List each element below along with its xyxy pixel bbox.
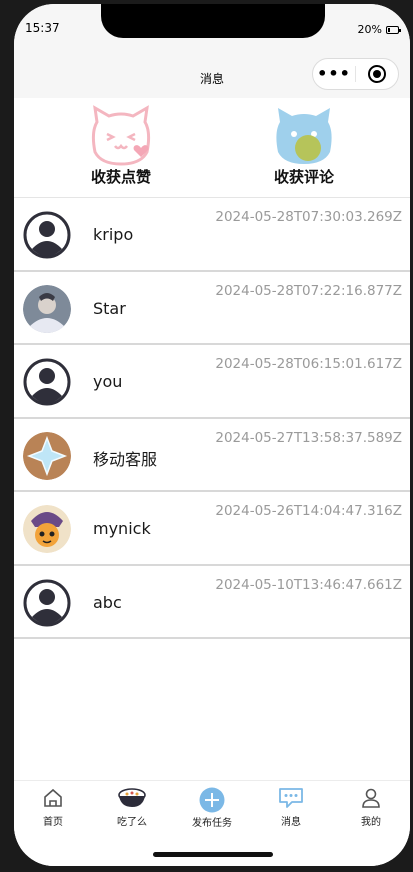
avatar (23, 284, 71, 333)
tab-profile[interactable]: 我的 (341, 787, 401, 828)
default-avatar-icon (23, 358, 71, 406)
tab-publish[interactable]: 发布任务 (182, 787, 242, 829)
avatar (23, 211, 71, 259)
avatar (23, 579, 71, 627)
tab-food-label: 吃了么 (117, 817, 147, 828)
message-row[interactable]: you 2024-05-28T06:15:01.617Z (14, 345, 410, 419)
battery-indicator: 20% (357, 23, 401, 36)
stat-comments[interactable]: 收获评论 (244, 104, 364, 187)
person-icon (362, 788, 380, 808)
phone-screen: 15:37 20% 消息 ••• 收获点赞 收获评论 kripo 2024-05… (14, 4, 410, 866)
miniprogram-capsule: ••• (312, 58, 399, 90)
message-row[interactable]: Star 2024-05-28T07:22:16.877Z (14, 271, 410, 345)
message-row[interactable]: 移动客服 2024-05-27T13:58:37.589Z (14, 418, 410, 492)
close-miniprogram-icon[interactable] (356, 65, 398, 83)
tab-messages[interactable]: 消息 (261, 787, 321, 828)
message-row[interactable]: mynick 2024-05-26T14:04:47.316Z (14, 492, 410, 566)
message-time: 2024-05-28T07:22:16.877Z (215, 282, 402, 299)
message-list: kripo 2024-05-28T07:30:03.269Z Star 2024… (14, 198, 410, 639)
avatar (23, 505, 71, 553)
message-time: 2024-05-28T07:30:03.269Z (215, 209, 402, 225)
battery-percent: 20% (357, 23, 382, 36)
message-time: 2024-05-26T14:04:47.316Z (215, 503, 402, 519)
message-time: 2024-05-10T13:46:47.661Z (215, 576, 402, 593)
tab-home-label: 首页 (43, 817, 63, 828)
default-avatar-icon (23, 579, 71, 626)
message-sender: kripo (93, 225, 134, 244)
nav-bar: 消息 ••• (14, 56, 410, 98)
plus-circle-icon (199, 787, 225, 813)
message-sender: Star (93, 298, 126, 318)
status-bar: 15:37 20% (14, 4, 410, 56)
tab-home[interactable]: 首页 (23, 787, 83, 828)
stat-likes[interactable]: 收获点赞 (61, 104, 181, 187)
status-time: 15:37 (25, 21, 60, 35)
tab-messages-label: 消息 (281, 817, 301, 828)
cat-comment-icon (276, 108, 332, 164)
notch (101, 4, 325, 38)
stat-comments-label: 收获评论 (273, 168, 334, 186)
message-sender: 移动客服 (93, 449, 158, 469)
message-sender: abc (93, 592, 122, 612)
message-sender: you (93, 372, 123, 391)
star-avatar-icon (23, 431, 71, 480)
home-icon (44, 788, 62, 807)
message-time: 2024-05-27T13:58:37.589Z (215, 429, 402, 446)
message-time: 2024-05-28T06:15:01.617Z (215, 356, 402, 372)
message-row[interactable]: abc 2024-05-10T13:46:47.661Z (14, 565, 410, 639)
stat-likes-label: 收获点赞 (90, 168, 151, 186)
home-indicator (153, 852, 273, 857)
cartoon-avatar-icon (23, 505, 71, 553)
default-avatar-icon (23, 211, 71, 259)
food-bowl-icon (118, 788, 146, 807)
battery-icon (386, 25, 401, 34)
message-row[interactable]: kripo 2024-05-28T07:30:03.269Z (14, 198, 410, 272)
more-menu-icon[interactable]: ••• (313, 59, 355, 89)
cat-heart-icon (91, 105, 151, 166)
avatar (23, 358, 71, 406)
message-sender: mynick (93, 519, 151, 538)
tab-profile-label: 我的 (361, 817, 381, 828)
avatar (23, 431, 71, 480)
stats-section: 收获点赞 收获评论 (14, 98, 410, 198)
tab-publish-label: 发布任务 (192, 818, 232, 829)
chat-bubble-icon (279, 788, 303, 808)
photo-avatar-icon (23, 284, 71, 333)
tab-food[interactable]: 吃了么 (102, 787, 162, 828)
